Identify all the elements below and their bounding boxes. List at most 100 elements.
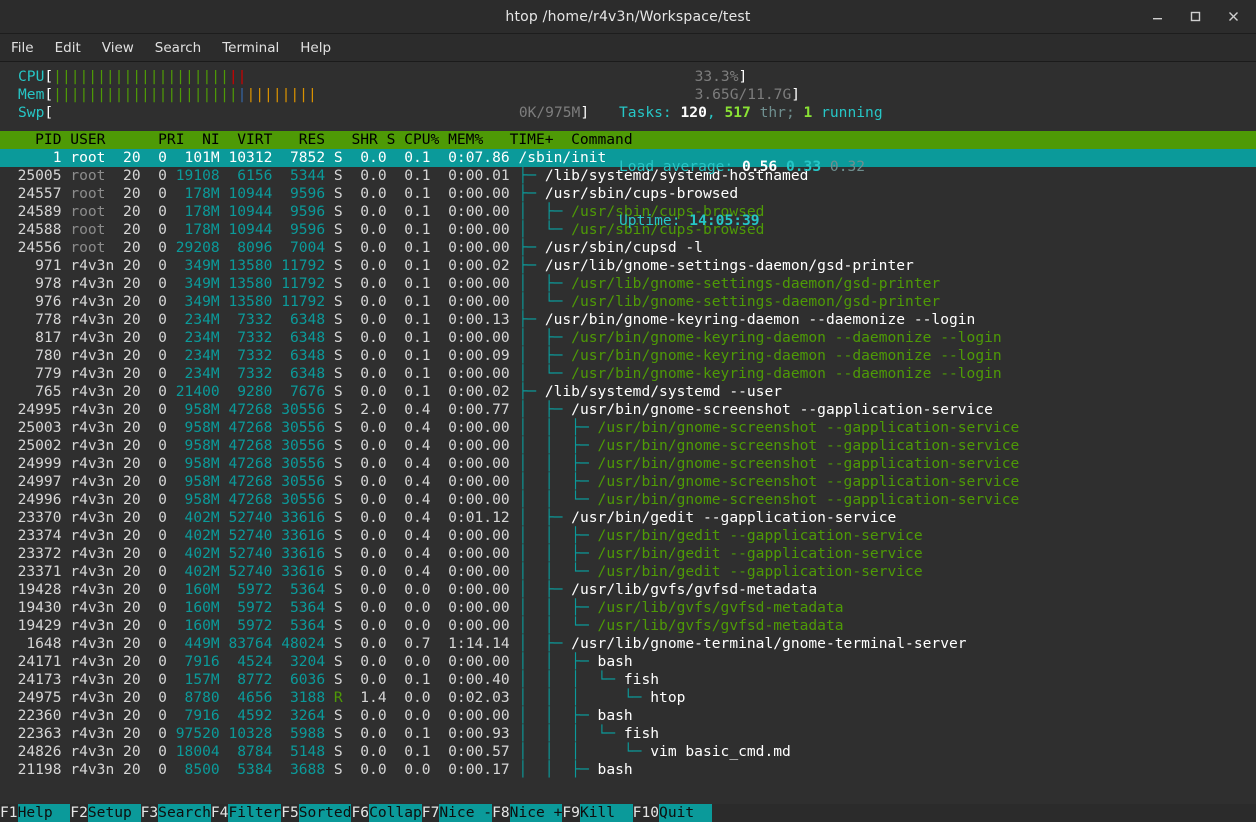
- cell-state: S: [325, 707, 343, 724]
- htop-header-meters: CPU[|||||||||||||||||||| || 33.3%] Mem[||…: [0, 68, 1256, 229]
- close-button[interactable]: [1227, 10, 1241, 23]
- table-row[interactable]: 19428 r4v3n 20 0 160M 5972 5364 S 0.0 0.…: [0, 581, 1256, 599]
- cell-state: S: [325, 599, 343, 616]
- cell-command: bash: [597, 707, 633, 724]
- table-row[interactable]: 19429 r4v3n 20 0 160M 5972 5364 S 0.0 0.…: [0, 617, 1256, 635]
- table-row[interactable]: 24999 r4v3n 20 0 958M 47268 30556 S 0.0 …: [0, 455, 1256, 473]
- cell-state: R: [325, 689, 343, 706]
- cell-space: [62, 599, 71, 616]
- table-row[interactable]: 24826 r4v3n 20 0 18004 8784 5148 S 0.0 0…: [0, 743, 1256, 761]
- table-row[interactable]: 19430 r4v3n 20 0 160M 5972 5364 S 0.0 0.…: [0, 599, 1256, 617]
- table-row[interactable]: 976 r4v3n 20 0 349M 13580 11792 S 0.0 0.…: [0, 293, 1256, 311]
- menu-item-view[interactable]: View: [102, 40, 134, 56]
- cell-pri: 20: [114, 293, 141, 310]
- cell-state: S: [325, 329, 343, 346]
- table-row[interactable]: 23374 r4v3n 20 0 402M 52740 33616 S 0.0 …: [0, 527, 1256, 545]
- fn-action-quit[interactable]: Quit: [659, 804, 712, 822]
- table-row[interactable]: 24996 r4v3n 20 0 958M 47268 30556 S 0.0 …: [0, 491, 1256, 509]
- table-row[interactable]: 21198 r4v3n 20 0 8500 5384 3688 S 0.0 0.…: [0, 761, 1256, 779]
- swap-meter-value: 0K/975M: [518, 104, 581, 121]
- cell-ni: 0: [140, 725, 167, 742]
- table-row[interactable]: 778 r4v3n 20 0 234M 7332 6348 S 0.0 0.1 …: [0, 311, 1256, 329]
- table-row[interactable]: 1648 r4v3n 20 0 449M 83764 48024 S 0.0 0…: [0, 635, 1256, 653]
- cell-shr: 7004: [272, 239, 326, 256]
- load-average-label: Load average:: [619, 158, 743, 175]
- cell-virt: 402M: [166, 563, 220, 580]
- cell-space: [62, 671, 71, 688]
- cell-state: S: [325, 617, 343, 634]
- mem-meter-label: Mem: [18, 86, 45, 103]
- cell-user: r4v3n: [70, 707, 115, 724]
- cell-shr: 30556: [272, 419, 326, 436]
- cell-pid: 19429: [0, 617, 62, 634]
- cell-mem: 0.1: [386, 365, 431, 382]
- table-row[interactable]: 23372 r4v3n 20 0 402M 52740 33616 S 0.0 …: [0, 545, 1256, 563]
- table-row[interactable]: 24173 r4v3n 20 0 157M 8772 6036 S 0.0 0.…: [0, 671, 1256, 689]
- cell-state: S: [325, 239, 343, 256]
- fn-action-search[interactable]: Search: [158, 804, 211, 822]
- cell-space: [62, 617, 71, 634]
- cell-res: 6156: [219, 167, 273, 184]
- menu-item-search[interactable]: Search: [155, 40, 201, 56]
- cell-cpu: 0.0: [342, 257, 387, 274]
- menu-item-terminal[interactable]: Terminal: [222, 40, 279, 56]
- cell-space: [62, 653, 71, 670]
- cell-time: 0:00.00: [430, 599, 510, 616]
- cell-state: S: [325, 221, 343, 238]
- fn-action-collap[interactable]: Collap: [369, 804, 422, 822]
- fn-action-setup[interactable]: Setup: [87, 804, 141, 822]
- cell-space: [62, 149, 71, 166]
- cell-time: 0:00.00: [430, 239, 510, 256]
- cell-res: 13580: [219, 257, 273, 274]
- fn-action-sorted[interactable]: Sorted: [298, 804, 352, 822]
- table-row[interactable]: 780 r4v3n 20 0 234M 7332 6348 S 0.0 0.1 …: [0, 347, 1256, 365]
- maximize-button[interactable]: [1189, 10, 1203, 23]
- cell-time: 0:00.00: [430, 455, 510, 472]
- cell-command: htop: [650, 689, 686, 706]
- cell-space: [62, 167, 71, 184]
- fn-action-nice[interactable]: Nice -: [439, 804, 493, 822]
- table-row[interactable]: 765 r4v3n 20 0 21400 9280 7676 S 0.0 0.1…: [0, 383, 1256, 401]
- cell-command: vim basic_cmd.md: [650, 743, 791, 760]
- cell-ni: 0: [140, 491, 167, 508]
- terminal-content: CPU[|||||||||||||||||||| || 33.3%] Mem[||…: [0, 62, 1256, 804]
- table-row[interactable]: 779 r4v3n 20 0 234M 7332 6348 S 0.0 0.1 …: [0, 365, 1256, 383]
- cell-time: 0:00.00: [430, 527, 510, 544]
- cell-cpu: 0.0: [342, 275, 387, 292]
- table-row[interactable]: 25003 r4v3n 20 0 958M 47268 30556 S 0.0 …: [0, 419, 1256, 437]
- table-row[interactable]: 978 r4v3n 20 0 349M 13580 11792 S 0.0 0.…: [0, 275, 1256, 293]
- minimize-button[interactable]: [1151, 10, 1165, 23]
- threads-label: thr;: [750, 104, 804, 121]
- cell-pid: 971: [0, 257, 62, 274]
- cell-virt: 160M: [166, 581, 220, 598]
- table-row[interactable]: 22363 r4v3n 20 0 97520 10328 5988 S 0.0 …: [0, 725, 1256, 743]
- table-row[interactable]: 22360 r4v3n 20 0 7916 4592 3264 S 0.0 0.…: [0, 707, 1256, 725]
- fn-action-nice[interactable]: Nice +: [509, 804, 563, 822]
- fn-action-help[interactable]: Help: [17, 804, 71, 822]
- cell-shr: 30556: [272, 473, 326, 490]
- menu-item-help[interactable]: Help: [300, 40, 331, 56]
- menu-item-file[interactable]: File: [11, 40, 34, 56]
- cell-shr: 6348: [272, 347, 326, 364]
- table-row[interactable]: 23371 r4v3n 20 0 402M 52740 33616 S 0.0 …: [0, 563, 1256, 581]
- cell-pri: 20: [114, 347, 141, 364]
- cell-cpu: 0.0: [342, 653, 387, 670]
- table-row[interactable]: 23370 r4v3n 20 0 402M 52740 33616 S 0.0 …: [0, 509, 1256, 527]
- table-row[interactable]: 24171 r4v3n 20 0 7916 4524 3204 S 0.0 0.…: [0, 653, 1256, 671]
- cell-space: [62, 311, 71, 328]
- table-row[interactable]: 24975 r4v3n 20 0 8780 4656 3188 R 1.4 0.…: [0, 689, 1256, 707]
- fn-key-f5: F5: [281, 804, 299, 822]
- table-row[interactable]: 24995 r4v3n 20 0 958M 47268 30556 S 2.0 …: [0, 401, 1256, 419]
- menu-item-edit[interactable]: Edit: [55, 40, 81, 56]
- table-row[interactable]: 817 r4v3n 20 0 234M 7332 6348 S 0.0 0.1 …: [0, 329, 1256, 347]
- fn-action-filter[interactable]: Filter: [228, 804, 282, 822]
- table-row[interactable]: 24997 r4v3n 20 0 958M 47268 30556 S 0.0 …: [0, 473, 1256, 491]
- cell-pri: 20: [114, 401, 141, 418]
- cell-res: 7332: [219, 311, 273, 328]
- table-row[interactable]: 25002 r4v3n 20 0 958M 47268 30556 S 0.0 …: [0, 437, 1256, 455]
- cell-shr: 11792: [272, 293, 326, 310]
- cell-tree-glyph: │ │ ├─: [509, 455, 598, 472]
- fn-action-kill[interactable]: Kill: [579, 804, 633, 822]
- cell-command: /usr/bin/gnome-keyring-daemon --daemoniz…: [571, 365, 1002, 382]
- cell-virt: 234M: [166, 329, 220, 346]
